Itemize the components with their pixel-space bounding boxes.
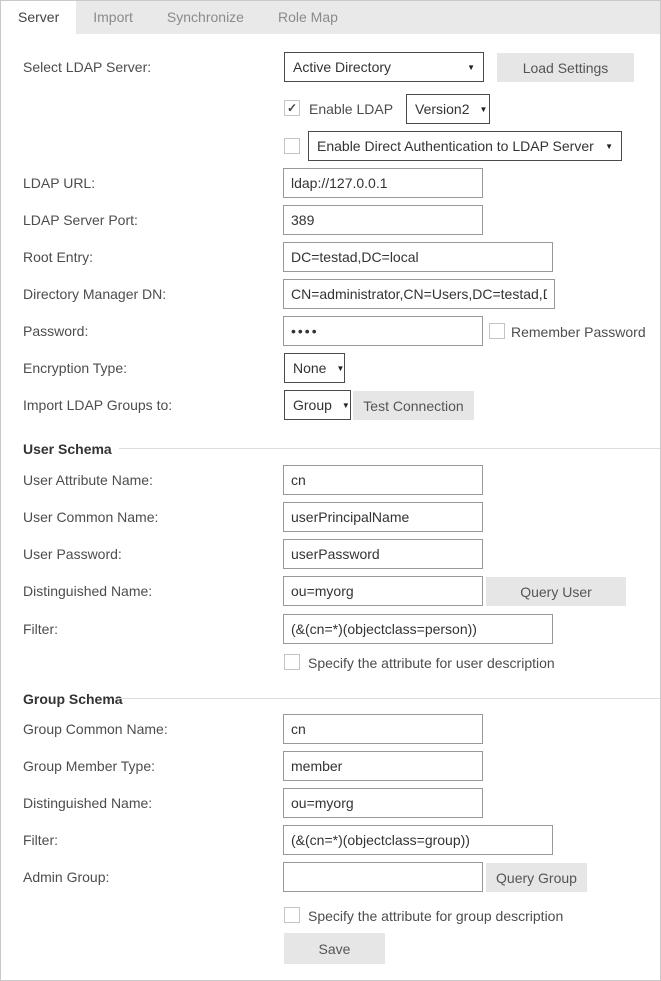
field-label: Select LDAP Server: [23,59,151,75]
direct-auth-checkbox[interactable] [284,138,300,154]
dropdown-arrow-icon: ▼ [467,63,475,72]
field-label: Group Member Type: [23,758,155,774]
field-label: LDAP Server Port: [23,212,138,228]
ldap-url-input[interactable] [283,168,483,198]
import-groups-select[interactable]: Group ▼ [284,390,351,420]
user-dn-input[interactable] [283,576,483,606]
tab-role-map[interactable]: Role Map [261,1,355,34]
remember-password-label: Remember Password [511,324,646,340]
ldap-settings-page: Server Import Synchronize Role Map Selec… [0,0,661,981]
user-password-input[interactable] [283,539,483,569]
test-connection-button[interactable]: Test Connection [353,391,474,420]
section-divider [119,698,660,699]
section-divider [119,448,660,449]
field-label: Distinguished Name: [23,795,152,811]
enable-ldap-checkbox[interactable]: ✓ [284,100,300,116]
group-dn-input[interactable] [283,788,483,818]
selected-value: Group [293,397,332,413]
remember-password-checkbox[interactable] [489,323,505,339]
field-label: Password: [23,323,88,339]
dropdown-arrow-icon: ▼ [605,142,613,151]
ldap-port-input[interactable] [283,205,483,235]
tab-import[interactable]: Import [76,1,150,34]
group-common-name-input[interactable] [283,714,483,744]
user-description-checkbox[interactable] [284,654,300,670]
dropdown-arrow-icon: ▼ [479,105,487,114]
load-settings-button[interactable]: Load Settings [497,53,634,82]
field-label: Import LDAP Groups to: [23,397,172,413]
query-group-button[interactable]: Query Group [486,863,587,892]
user-attribute-name-input[interactable] [283,465,483,495]
tab-bar: Server Import Synchronize Role Map [1,1,660,34]
manager-dn-input[interactable] [283,279,555,309]
user-common-name-input[interactable] [283,502,483,532]
ldap-version-select[interactable]: Version2 ▼ [406,94,490,124]
tab-synchronize[interactable]: Synchronize [150,1,261,34]
encryption-type-select[interactable]: None ▼ [284,353,345,383]
field-label: Root Entry: [23,249,93,265]
selected-value: Version2 [415,101,469,117]
field-label: LDAP URL: [23,175,95,191]
field-label: User Common Name: [23,509,158,525]
field-label: Filter: [23,621,58,637]
field-label: Group Common Name: [23,721,168,737]
admin-group-input[interactable] [283,862,483,892]
direct-auth-select[interactable]: Enable Direct Authentication to LDAP Ser… [308,131,622,161]
dropdown-arrow-icon: ▼ [336,364,344,373]
query-user-button[interactable]: Query User [486,577,626,606]
selected-value: Active Directory [293,59,391,75]
ldap-server-select[interactable]: Active Directory ▼ [284,52,484,82]
user-schema-heading: User Schema [23,441,112,457]
selected-value: Enable Direct Authentication to LDAP Ser… [317,138,594,154]
user-filter-input[interactable] [283,614,553,644]
group-filter-input[interactable] [283,825,553,855]
field-label: Admin Group: [23,869,109,885]
root-entry-input[interactable] [283,242,553,272]
selected-value: None [293,360,326,376]
password-input[interactable] [283,316,483,346]
field-label: User Password: [23,546,122,562]
save-button[interactable]: Save [284,933,385,964]
enable-ldap-label: Enable LDAP [309,101,393,117]
group-description-checkbox[interactable] [284,907,300,923]
group-schema-heading: Group Schema [23,691,123,707]
tab-server[interactable]: Server [1,1,76,34]
field-label: User Attribute Name: [23,472,153,488]
dropdown-arrow-icon: ▼ [342,401,350,410]
field-label: Encryption Type: [23,360,127,376]
checkmark-icon: ✓ [287,101,297,115]
group-member-type-input[interactable] [283,751,483,781]
user-description-label: Specify the attribute for user descripti… [308,655,555,671]
field-label: Distinguished Name: [23,583,152,599]
group-description-label: Specify the attribute for group descript… [308,908,563,924]
field-label: Filter: [23,832,58,848]
field-label: Directory Manager DN: [23,286,166,302]
